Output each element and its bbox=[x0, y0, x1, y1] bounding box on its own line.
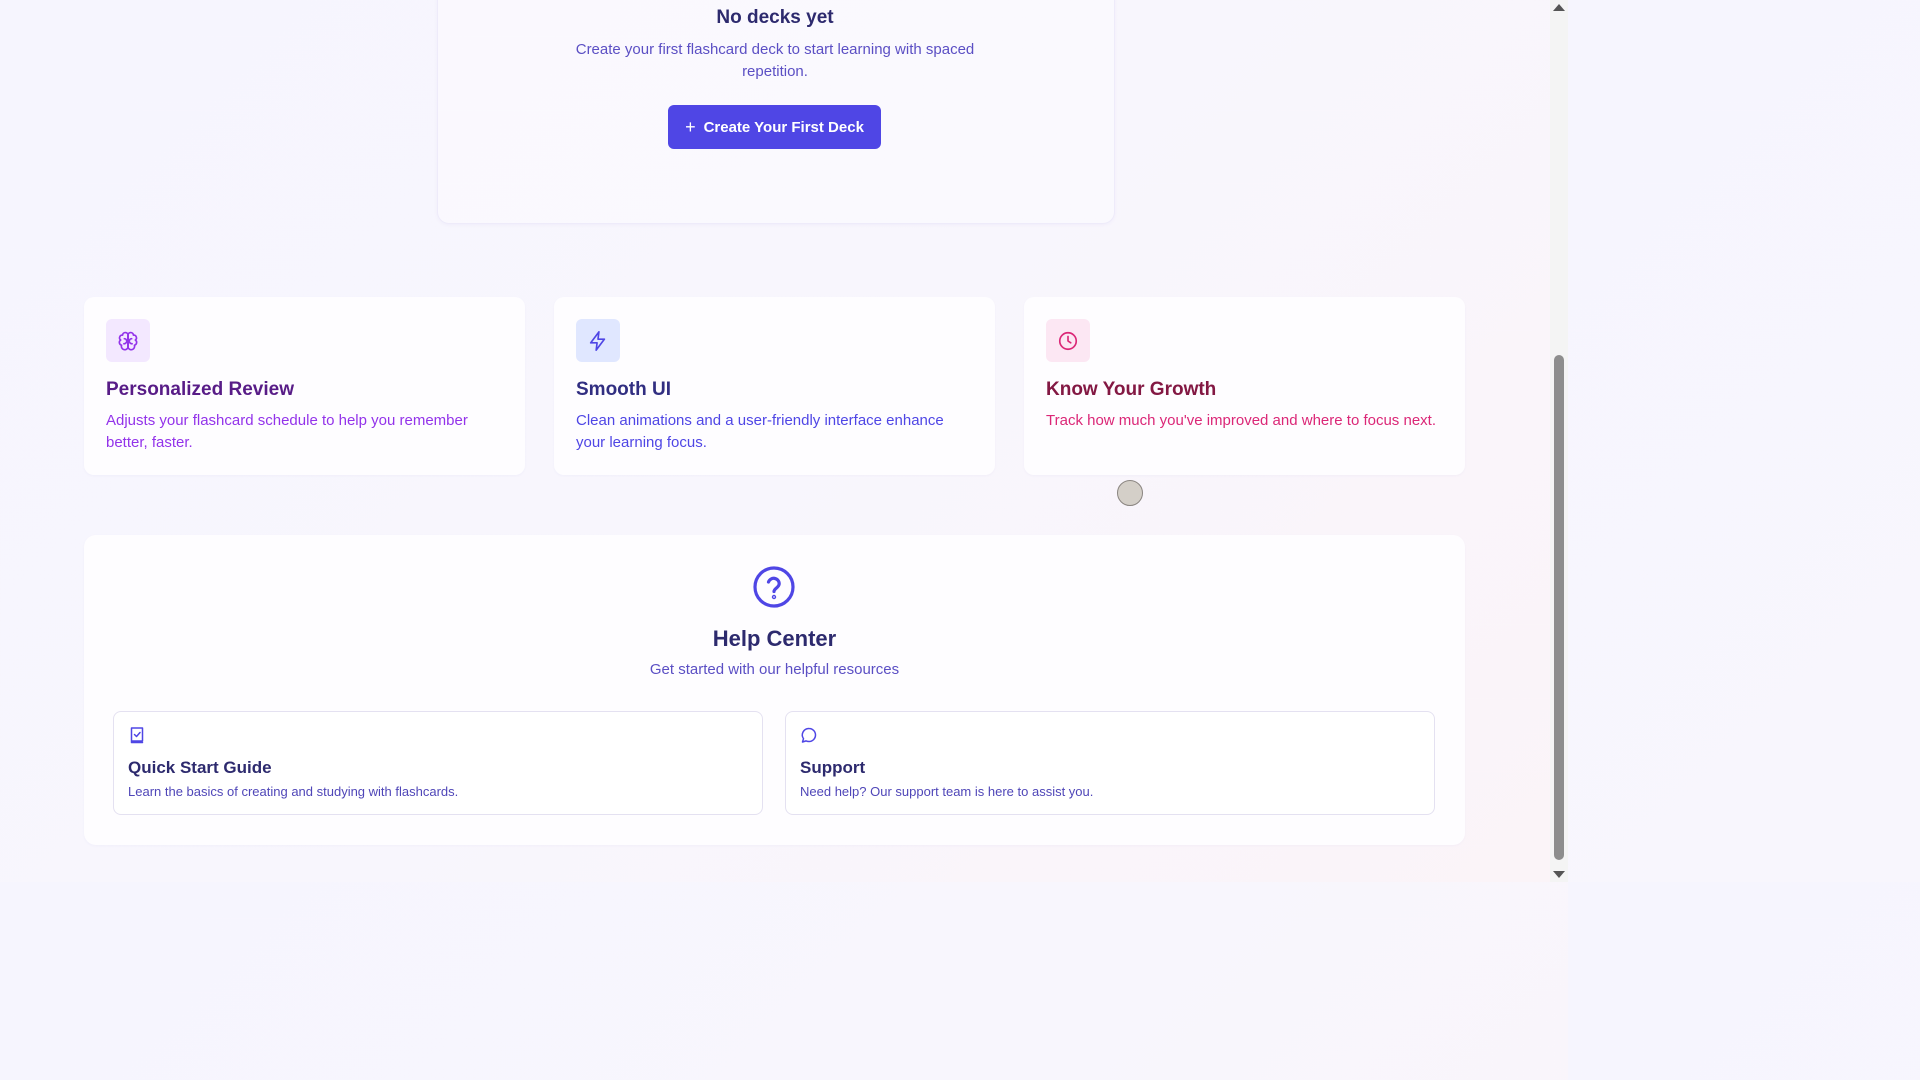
help-center-title: Help Center bbox=[712, 626, 837, 651]
feature-description: Clean animations and a user-friendly int… bbox=[576, 412, 944, 451]
question-circle-icon bbox=[753, 566, 795, 608]
clock-icon bbox=[1046, 319, 1090, 362]
feature-card-smooth-ui: Smooth UI Clean animations and a user-fr… bbox=[554, 297, 995, 475]
plus-icon: + bbox=[685, 117, 696, 137]
feature-description: Track how much you've improved and where… bbox=[1046, 412, 1436, 429]
scrollbar-thumb[interactable] bbox=[1554, 355, 1564, 860]
feature-description: Adjusts your flashcard schedule to help … bbox=[106, 412, 468, 451]
brain-icon bbox=[106, 319, 150, 362]
create-first-deck-label: Create Your First Deck bbox=[703, 118, 864, 136]
empty-state-description: Create your first flashcard deck to star… bbox=[575, 41, 975, 80]
resource-description: Need help? Our support team is here to a… bbox=[800, 784, 1094, 799]
feature-title: Smooth UI bbox=[576, 379, 671, 400]
resource-description: Learn the basics of creating and studyin… bbox=[128, 784, 459, 799]
page: No decks yet Create your first flashcard… bbox=[0, 0, 1550, 882]
vertical-scrollbar[interactable] bbox=[1550, 0, 1568, 882]
chat-bubble-icon bbox=[801, 727, 817, 743]
feature-card-personalized-review: Personalized Review Adjusts your flashca… bbox=[84, 297, 525, 475]
resource-title: Support bbox=[800, 758, 866, 777]
support-card[interactable]: Support Need help? Our support team is h… bbox=[785, 711, 1435, 815]
create-first-deck-button[interactable]: + Create Your First Deck bbox=[668, 105, 881, 149]
scroll-down-arrow-icon[interactable] bbox=[1553, 871, 1565, 878]
resource-title: Quick Start Guide bbox=[128, 758, 272, 777]
empty-state-title: No decks yet bbox=[716, 7, 834, 28]
help-center-section: Help Center Get started with our helpful… bbox=[84, 535, 1465, 845]
lightning-icon bbox=[576, 319, 620, 362]
feature-title: Personalized Review bbox=[106, 379, 294, 400]
quick-start-guide-card[interactable]: Quick Start Guide Learn the basics of cr… bbox=[113, 711, 763, 815]
mouse-cursor bbox=[1117, 480, 1143, 506]
feature-card-know-your-growth: Know Your Growth Track how much you've i… bbox=[1024, 297, 1465, 475]
checklist-book-icon bbox=[130, 727, 144, 744]
help-center-subtitle: Get started with our helpful resources bbox=[649, 661, 900, 678]
scroll-up-arrow-icon[interactable] bbox=[1553, 4, 1565, 11]
feature-title: Know Your Growth bbox=[1046, 379, 1217, 400]
